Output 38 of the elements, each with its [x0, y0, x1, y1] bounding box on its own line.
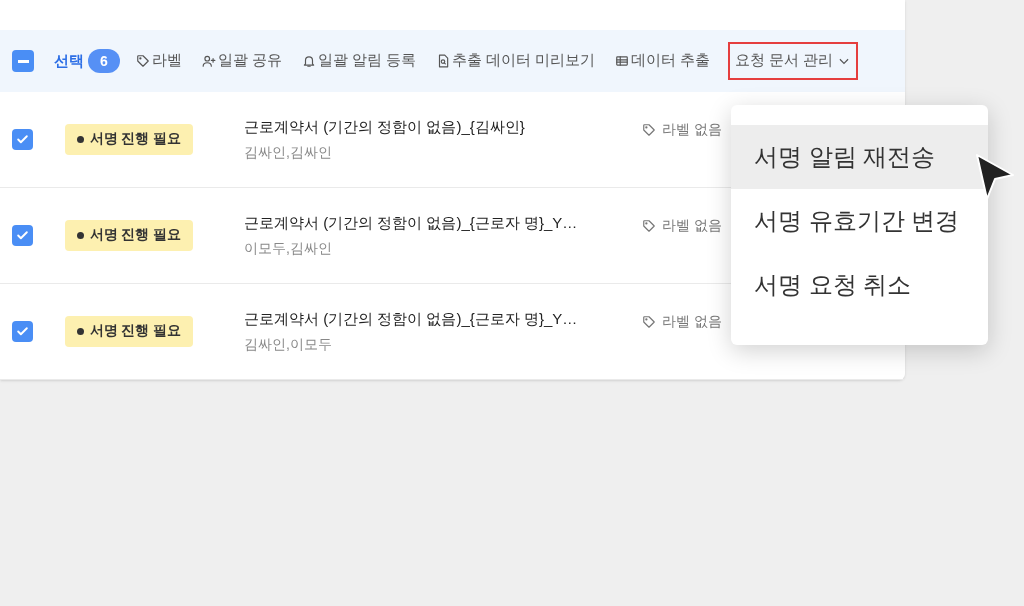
participants: 김싸인,이모두: [244, 335, 333, 355]
cursor-icon: [975, 153, 1015, 201]
selection-label: 선택: [54, 50, 84, 71]
toolbar-action[interactable]: 라벨: [133, 48, 184, 74]
document-title[interactable]: 근로계약서 (기간의 정함이 없음)_{근로자 명}_Y…: [244, 307, 634, 331]
menu-item[interactable]: 서명 알림 재전송: [731, 125, 988, 189]
tag-icon: [642, 122, 656, 137]
status-badge: 서명 진행 필요: [65, 124, 193, 155]
label-text: 라벨 없음: [662, 312, 722, 331]
status-badge: 서명 진행 필요: [65, 220, 193, 251]
document-title[interactable]: 근로계약서 (기간의 정함이 없음)_{김싸인}: [244, 115, 634, 139]
tag-icon: [642, 314, 656, 329]
toolbar-action[interactable]: 일괄 공유: [199, 48, 284, 74]
toolbar-action[interactable]: 데이터 추출: [612, 48, 712, 74]
check-icon: [16, 133, 29, 146]
tag-icon: [135, 54, 150, 68]
toolbar-action[interactable]: 추출 데이터 미리보기: [433, 48, 597, 74]
bell-icon: [301, 54, 316, 68]
check-icon: [16, 325, 29, 338]
check-icon: [16, 229, 29, 242]
row-checkbox[interactable]: [12, 321, 33, 342]
document-title[interactable]: 근로계약서 (기간의 정함이 없음)_{근로자 명}_Y…: [244, 211, 634, 235]
label-text: 라벨 없음: [662, 120, 722, 139]
table-icon: [614, 54, 629, 68]
tag-icon: [642, 218, 656, 233]
menu-item[interactable]: 서명 요청 취소: [731, 253, 988, 317]
toolbar-action[interactable]: 요청 문서 관리: [728, 42, 859, 80]
menu-item[interactable]: 서명 유효기간 변경: [731, 189, 988, 253]
label-text: 라벨 없음: [662, 216, 722, 235]
participants: 김싸인,김싸인: [244, 143, 333, 163]
row-checkbox[interactable]: [12, 225, 33, 246]
user-plus-icon: [201, 54, 216, 68]
row-checkbox[interactable]: [12, 129, 33, 150]
select-all-checkbox[interactable]: [12, 50, 34, 72]
participants: 이모두,김싸인: [244, 239, 333, 259]
toolbar-action[interactable]: 일괄 알림 등록: [299, 48, 418, 74]
status-badge: 서명 진행 필요: [65, 316, 193, 347]
selection-count: 6: [88, 49, 120, 73]
